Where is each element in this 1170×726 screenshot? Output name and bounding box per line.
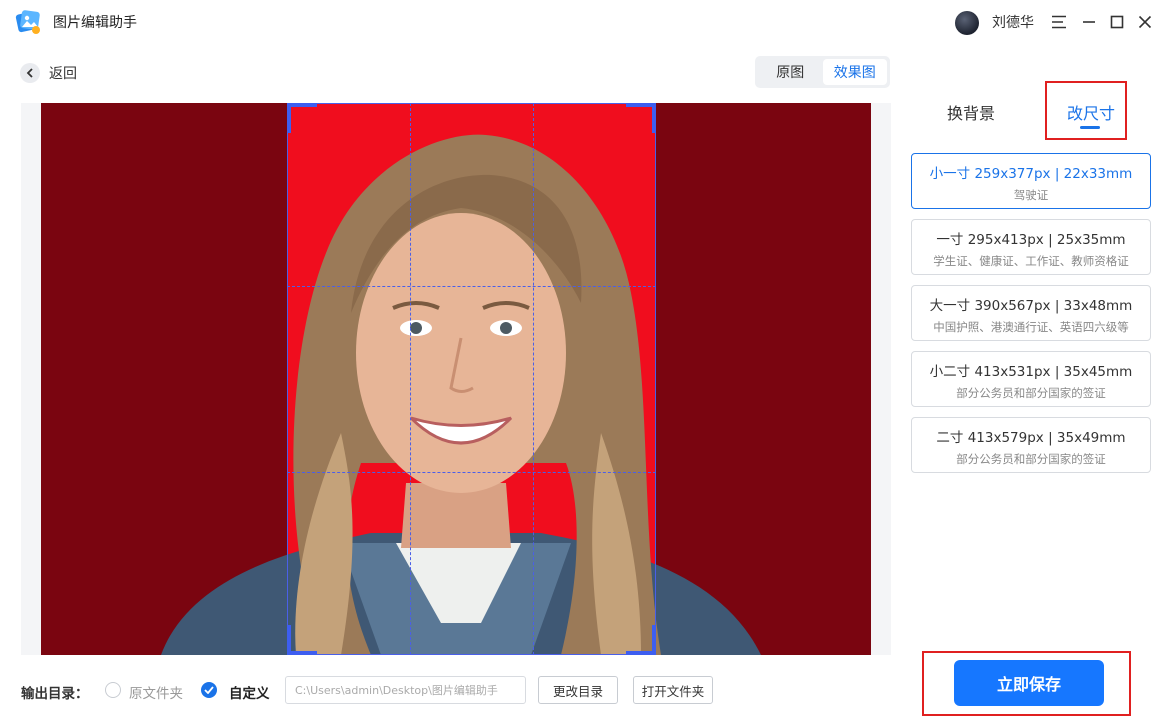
crop-grid-line bbox=[410, 103, 411, 655]
output-path-input[interactable] bbox=[285, 676, 526, 704]
menu-icon[interactable] bbox=[1048, 11, 1070, 33]
tab-change-background[interactable]: 换背景 bbox=[947, 100, 995, 124]
crop-handle-top-right[interactable] bbox=[626, 103, 656, 133]
crop-grid-line bbox=[533, 103, 534, 655]
back-button[interactable]: 返回 bbox=[20, 62, 77, 84]
title-bar: 图片编辑助手 刘德华 bbox=[0, 0, 1170, 44]
view-original-button[interactable]: 原图 bbox=[758, 59, 823, 85]
view-result-button[interactable]: 效果图 bbox=[822, 59, 887, 85]
size-option[interactable]: 大一寸 390x567px | 33x48mm 中国护照、港澳通行证、英语四六级… bbox=[911, 285, 1151, 341]
avatar[interactable] bbox=[955, 11, 979, 35]
tab-change-size[interactable]: 改尺寸 bbox=[1067, 100, 1115, 124]
size-option-desc: 中国护照、港澳通行证、英语四六级等 bbox=[933, 320, 1129, 334]
size-option[interactable]: 一寸 295x413px | 25x35mm 学生证、健康证、工作证、教师资格证 bbox=[911, 219, 1151, 275]
output-dir-label: 输出目录： bbox=[21, 686, 89, 702]
minimize-icon[interactable] bbox=[1078, 11, 1100, 33]
size-option-desc: 学生证、健康证、工作证、教师资格证 bbox=[933, 254, 1129, 268]
crop-handle-bottom-left[interactable] bbox=[287, 625, 317, 655]
checkmark-icon bbox=[204, 686, 214, 694]
preview-photo bbox=[41, 103, 871, 655]
size-option[interactable]: 小一寸 259x377px | 22x33mm 驾驶证 bbox=[911, 153, 1151, 209]
close-icon[interactable] bbox=[1134, 11, 1156, 33]
radio-custom-folder[interactable] bbox=[201, 682, 217, 698]
size-option-label: 小一寸 259x377px | 22x33mm bbox=[929, 166, 1133, 182]
back-label: 返回 bbox=[49, 66, 77, 82]
view-toggle: 原图 效果图 bbox=[755, 56, 890, 88]
app-title: 图片编辑助手 bbox=[53, 15, 137, 31]
active-tab-indicator bbox=[1080, 126, 1100, 129]
preview-area bbox=[21, 103, 891, 655]
app-logo-icon bbox=[15, 10, 40, 34]
radio-original-folder-label[interactable]: 原文件夹 bbox=[129, 682, 183, 702]
size-option[interactable]: 二寸 413x579px | 35x49mm 部分公务员和部分国家的签证 bbox=[911, 417, 1151, 473]
crop-grid-line bbox=[287, 286, 656, 287]
radio-custom-folder-label[interactable]: 自定义 bbox=[229, 682, 270, 702]
panel-tabs: 换背景 改尺寸 bbox=[911, 90, 1151, 134]
crop-grid-line bbox=[287, 472, 656, 473]
crop-frame[interactable] bbox=[287, 103, 656, 655]
size-option-label: 大一寸 390x567px | 33x48mm bbox=[929, 298, 1133, 314]
chevron-left-icon bbox=[20, 63, 40, 83]
username[interactable]: 刘德华 bbox=[992, 12, 1034, 32]
size-option[interactable]: 小二寸 413x531px | 35x45mm 部分公务员和部分国家的签证 bbox=[911, 351, 1151, 407]
save-now-button[interactable]: 立即保存 bbox=[954, 660, 1104, 706]
size-option-label: 二寸 413x579px | 35x49mm bbox=[936, 430, 1126, 446]
size-option-desc: 部分公务员和部分国家的签证 bbox=[956, 386, 1106, 400]
radio-original-folder[interactable] bbox=[105, 682, 121, 698]
size-option-desc: 驾驶证 bbox=[1013, 188, 1049, 202]
size-option-label: 小二寸 413x531px | 35x45mm bbox=[929, 364, 1133, 380]
maximize-icon[interactable] bbox=[1106, 11, 1128, 33]
size-option-desc: 部分公务员和部分国家的签证 bbox=[956, 452, 1106, 466]
change-directory-button[interactable]: 更改目录 bbox=[538, 676, 618, 704]
crop-handle-bottom-right[interactable] bbox=[626, 625, 656, 655]
crop-handle-top-left[interactable] bbox=[287, 103, 317, 133]
size-option-label: 一寸 295x413px | 25x35mm bbox=[936, 232, 1126, 248]
open-folder-button[interactable]: 打开文件夹 bbox=[633, 676, 713, 704]
